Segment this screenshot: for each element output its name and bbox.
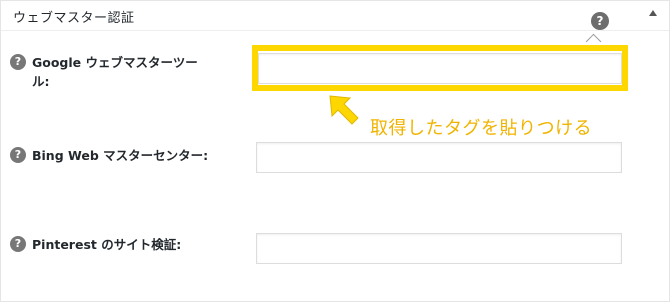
pinterest-label-text: Pinterest のサイト検証: [32,237,182,252]
bing-help-icon[interactable]: ? [10,147,26,163]
bing-webmaster-input[interactable] [256,142,622,173]
google-help-icon[interactable]: ? [10,54,26,70]
header-help-icon[interactable]: ? [591,12,609,30]
panel-title: ウェブマスター認証 [13,11,135,26]
bing-webmaster-label: ? Bing Web マスターセンター: [10,146,212,165]
pinterest-verification-label: ? Pinterest のサイト検証: [10,235,212,254]
google-webmaster-label: ? Google ウェブマスターツー ル: [10,53,212,91]
pinterest-verification-input[interactable] [256,233,622,264]
google-label-line2: ル: [32,74,50,89]
bing-label-text: Bing Web マスターセンター: [32,148,209,163]
pinterest-help-icon[interactable]: ? [10,236,26,252]
pointer-arrow-icon [329,95,359,125]
annotation-text: 取得したタグを貼りつける [370,118,593,139]
highlight-box [252,45,628,91]
google-label-line1: Google ウェブマスターツー [32,55,198,70]
collapse-arrow-icon[interactable] [649,10,657,16]
panel-header[interactable]: ウェブマスター認証 [1,1,669,31]
